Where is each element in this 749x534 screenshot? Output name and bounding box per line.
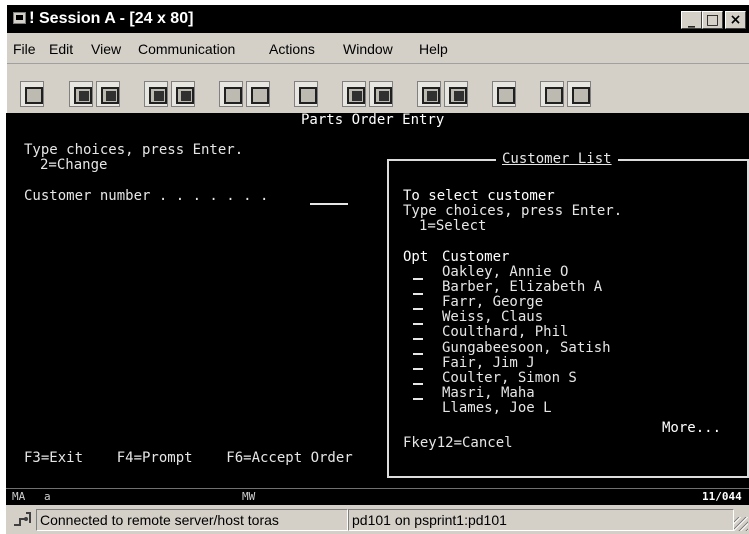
oia-indicator: MA	[12, 490, 26, 503]
operator-info-area: MA a MW 11/044	[6, 488, 749, 505]
opt-input-2[interactable]	[413, 278, 423, 280]
keypad-icon[interactable]	[246, 81, 270, 107]
more-indicator: More...	[662, 420, 722, 436]
printer-status: pd101 on psprint1:pd101	[348, 509, 734, 531]
customer-list-popup: Customer List To select customer Type ch…	[387, 151, 749, 478]
customer-row: Coulthard, Phil	[442, 324, 569, 340]
opt-input-3[interactable]	[413, 293, 423, 295]
title-mark: !	[29, 8, 35, 27]
opt-input-6[interactable]	[413, 338, 423, 340]
send-icon[interactable]	[144, 81, 168, 107]
menu-edit[interactable]: Edit	[49, 40, 73, 58]
window-title: Session A - [24 x 80]	[39, 10, 194, 27]
copy-icon[interactable]	[69, 81, 93, 107]
receive-icon[interactable]	[171, 81, 195, 107]
menu-communication[interactable]: Communication	[138, 40, 235, 58]
start-icon[interactable]	[417, 81, 441, 107]
app-icon[interactable]	[13, 12, 26, 24]
connection-status: Connected to remote server/host toras	[36, 509, 348, 531]
connection-icon	[14, 512, 31, 526]
col-opt: Opt	[403, 249, 429, 265]
customer-row: Barber, Elizabeth A	[442, 279, 603, 295]
customer-row: Llames, Joe L	[442, 400, 552, 416]
customer-row: Gungabeesoon, Satish	[442, 340, 611, 356]
oia-session: a	[44, 490, 51, 503]
play-macro-icon[interactable]	[369, 81, 393, 107]
print-screen-icon[interactable]	[20, 81, 44, 107]
customer-row: Masri, Maha	[442, 385, 535, 401]
customer-row: Farr, George	[442, 294, 544, 310]
toolbar	[7, 63, 749, 115]
maximize-button[interactable]: □	[702, 11, 723, 29]
opt-input-9[interactable]	[413, 383, 423, 385]
function-keys[interactable]: F3=Exit F4=Prompt F6=Accept Order	[24, 451, 353, 466]
minimize-button[interactable]: _	[681, 11, 702, 29]
opt-input-7[interactable]	[413, 353, 423, 355]
popup-title-background: Customer List	[496, 151, 618, 169]
option-change: 2=Change	[40, 157, 108, 173]
popup-instructions: Type choices, press Enter.	[403, 203, 623, 219]
close-button[interactable]: ×	[725, 11, 746, 29]
customer-row: Fair, Jim J	[442, 355, 535, 371]
screen-instructions: Type choices, press Enter.	[24, 142, 244, 158]
resize-grip[interactable]	[734, 517, 748, 531]
opt-input-10[interactable]	[413, 398, 423, 400]
screen-header: Parts Order Entry	[301, 113, 445, 128]
popup-title: Customer List	[502, 151, 612, 167]
oia-mode: MW	[242, 490, 256, 503]
customer-number-label: Customer number . . . . . . .	[24, 188, 269, 204]
menu-view[interactable]: View	[91, 40, 121, 58]
popup-heading: To select customer	[403, 188, 555, 204]
clipboard-icon[interactable]	[492, 81, 516, 107]
option-select: 1=Select	[419, 218, 487, 234]
opt-input-4[interactable]	[413, 308, 423, 310]
menu-file[interactable]: File	[13, 40, 36, 58]
menu-window[interactable]: Window	[343, 40, 393, 58]
customer-row: Oakley, Annie O	[442, 264, 569, 280]
popup-fkey[interactable]: Fkey12=Cancel	[403, 436, 513, 451]
opt-input-5[interactable]	[413, 323, 423, 325]
display-icon[interactable]	[219, 81, 243, 107]
status-bar: Connected to remote server/host toras pd…	[6, 505, 749, 534]
menu-help[interactable]: Help	[419, 40, 448, 58]
terminal-screen[interactable]: Parts Order Entry Type choices, press En…	[6, 113, 749, 488]
menu-bar: File Edit View Communication Actions Win…	[7, 37, 749, 61]
paste-icon[interactable]	[96, 81, 120, 107]
palette-icon[interactable]	[540, 81, 564, 107]
macro-icon[interactable]	[294, 81, 318, 107]
record-macro-icon[interactable]	[342, 81, 366, 107]
col-customer: Customer	[442, 249, 510, 265]
cursor-position: 11/044	[702, 490, 742, 503]
customize-icon[interactable]	[567, 81, 591, 107]
stop-icon[interactable]	[444, 81, 468, 107]
title-bar[interactable]: ! Session A - [24 x 80] _ □ ×	[7, 5, 749, 33]
customer-number-field[interactable]	[310, 203, 348, 205]
menu-actions[interactable]: Actions	[269, 40, 315, 58]
customer-row: Weiss, Claus	[442, 309, 544, 325]
customer-row: Coulter, Simon S	[442, 370, 577, 386]
opt-input-8[interactable]	[413, 368, 423, 370]
